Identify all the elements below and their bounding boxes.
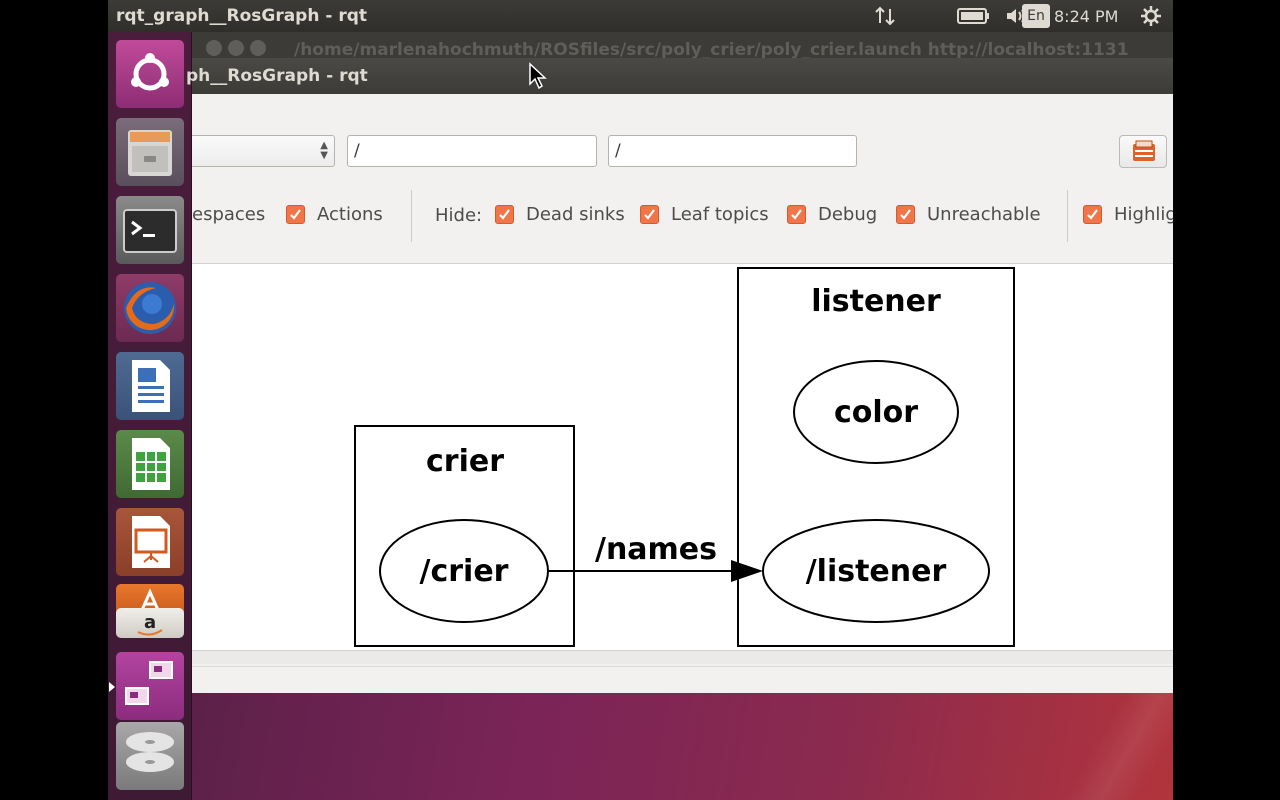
writer-icon[interactable] xyxy=(116,352,184,420)
graph-canvas[interactable]: crier listener /crier color /listener /n… xyxy=(192,263,1173,650)
node-label: /crier xyxy=(420,554,509,589)
group-label-crier: crier xyxy=(426,444,504,479)
volume-icon[interactable] xyxy=(1004,0,1032,32)
group-label-listener: listener xyxy=(811,284,941,319)
terminal-icon[interactable] xyxy=(116,196,184,264)
background-window-title: /home/marlenahochmuth/ROSfiles/src/poly_… xyxy=(294,40,1129,60)
amazon-icon[interactable]: a xyxy=(116,608,184,638)
checkbox-checked-icon[interactable] xyxy=(495,205,514,224)
toolbar-separator xyxy=(411,190,412,242)
top-panel: rqt_graph__RosGraph - rqt En 8:24 PM xyxy=(108,0,1173,32)
impress-icon[interactable] xyxy=(116,508,184,576)
namespaces-label: espaces xyxy=(192,204,266,225)
window-title: rqt_graph__RosGraph - rqt xyxy=(116,6,368,26)
node-crier[interactable]: /crier xyxy=(379,519,549,623)
checkbox-checked-icon[interactable] xyxy=(896,205,915,224)
close-icon[interactable] xyxy=(206,40,222,56)
files-icon[interactable] xyxy=(116,118,184,186)
highlight-label: Highlig xyxy=(1114,204,1173,225)
clock[interactable]: 8:24 PM xyxy=(1054,7,1118,26)
combo-arrows-icon: ▲ ▼ xyxy=(320,140,328,161)
arrowhead-icon xyxy=(731,560,763,582)
main-window-titlebar[interactable]: ph__RosGraph - rqt xyxy=(186,58,1173,94)
include-filter-input[interactable]: / xyxy=(347,135,597,167)
ubuntu-icon[interactable] xyxy=(116,40,184,108)
dvd-icon[interactable] xyxy=(116,722,184,790)
option-namespaces[interactable]: espaces xyxy=(192,204,265,225)
debug-label: Debug xyxy=(818,204,878,225)
unreachable-label: Unreachable xyxy=(927,204,1041,225)
node-color[interactable]: color xyxy=(793,360,959,464)
calc-icon[interactable] xyxy=(116,430,184,498)
workspace-switcher-icon[interactable] xyxy=(116,652,184,720)
option-highlight[interactable]: Highlig xyxy=(1083,204,1173,225)
svg-text:a: a xyxy=(144,612,156,633)
refresh-button[interactable] xyxy=(1119,135,1167,168)
checkbox-checked-icon[interactable] xyxy=(640,205,659,224)
desktop-wallpaper xyxy=(192,693,1173,800)
dead-sinks-label: Dead sinks xyxy=(526,204,625,225)
option-dead-sinks[interactable]: Dead sinks xyxy=(495,204,625,225)
refresh-icon xyxy=(1133,140,1155,161)
actions-label: Actions xyxy=(317,204,383,225)
leaf-topics-label: Leaf topics xyxy=(671,204,769,225)
firefox-icon[interactable] xyxy=(116,274,184,342)
checkbox-checked-icon[interactable] xyxy=(286,205,305,224)
option-unreachable[interactable]: Unreachable xyxy=(896,204,1041,225)
battery-icon[interactable] xyxy=(956,0,992,32)
toolbar-separator xyxy=(1067,190,1068,242)
mouse-cursor-icon xyxy=(529,62,547,90)
background-window[interactable]: /home/marlenahochmuth/ROSfiles/src/poly_… xyxy=(192,32,1173,60)
rqt-graph-window: v ▲▼ / / espaces Actions Hide: Dead sink… xyxy=(192,94,1173,693)
option-debug[interactable]: Debug xyxy=(787,204,877,225)
graph-type-combo[interactable]: v ▲▼ xyxy=(192,135,335,167)
main-window-title: ph__RosGraph - rqt xyxy=(186,66,368,86)
edge-label: /names xyxy=(595,532,717,567)
minimize-icon[interactable] xyxy=(228,40,244,56)
horizontal-scrollbar[interactable] xyxy=(192,650,1173,664)
option-actions[interactable]: Actions xyxy=(286,204,383,225)
node-label: /listener xyxy=(806,554,947,589)
maximize-icon[interactable] xyxy=(250,40,266,56)
active-indicator xyxy=(109,682,115,692)
gear-icon[interactable] xyxy=(1138,0,1164,32)
launcher: a xyxy=(108,32,192,800)
checkbox-checked-icon[interactable] xyxy=(1083,205,1102,224)
edge-names[interactable]: /names xyxy=(549,532,763,582)
node-listener[interactable]: /listener xyxy=(762,519,990,623)
checkbox-checked-icon[interactable] xyxy=(787,205,806,224)
option-leaf-topics[interactable]: Leaf topics xyxy=(640,204,769,225)
network-icon[interactable] xyxy=(872,0,898,32)
status-bar xyxy=(192,666,1173,693)
exclude-filter-input[interactable]: / xyxy=(608,135,857,167)
node-label: color xyxy=(834,395,918,430)
hide-label: Hide: xyxy=(435,205,483,226)
window-controls xyxy=(206,40,266,56)
